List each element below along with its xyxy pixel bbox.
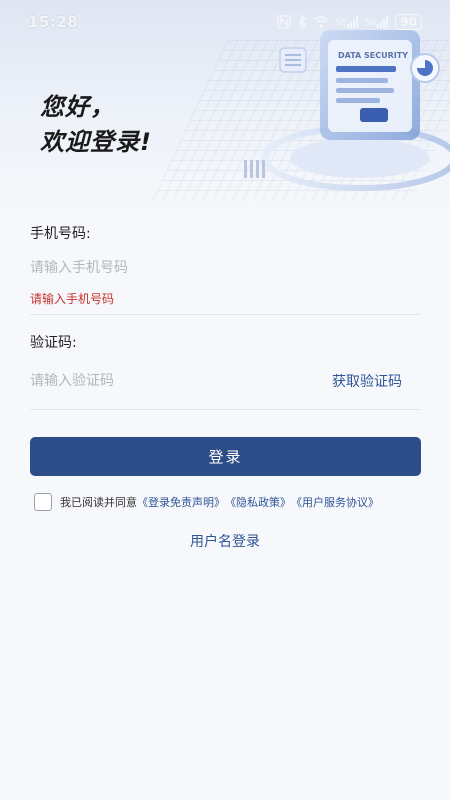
get-code-button[interactable]: 获取验证码 [332,371,402,391]
illustration-label: DATA SECURITY [338,51,408,60]
code-divider [30,409,420,410]
user-agreement-link[interactable]: 《用户服务协议》 [291,494,379,510]
hero-banner: DATA SECURITY 15:28 5G 5G 90 您好， 欢迎登录! [0,0,450,215]
status-bar: 15:28 5G 5G 90 [0,0,450,44]
signal-icon-2: 5G [365,16,389,28]
agreement-prefix: 我已阅读并同意 [60,496,137,509]
phone-error: 请输入手机号码 [30,292,115,306]
code-label: 验证码: [30,335,77,351]
wifi-icon [313,16,329,28]
greeting-line-2: 欢迎登录! [40,128,152,156]
disclaimer-link[interactable]: 《登录免责声明》 [137,494,225,510]
code-row: 获取验证码 [30,359,420,403]
privacy-policy-link[interactable]: 《隐私政策》 [225,494,291,510]
bluetooth-icon [297,15,307,29]
status-icons: 5G 5G 90 [276,14,422,30]
agreement-checkbox[interactable] [34,493,52,511]
login-button[interactable]: 登录 [30,437,421,476]
nfc-icon [276,15,291,29]
phone-divider [30,314,420,315]
phone-label: 手机号码: [30,226,91,242]
login-form: 手机号码: 请输入手机号码 验证码: 获取验证码 [30,222,420,410]
agreement-row: 我已阅读并同意 《登录免责声明》 《隐私政策》 《用户服务协议》 [34,492,434,512]
signal-icon-1: 5G [335,16,359,28]
greeting-line-1: 您好， [40,93,115,121]
code-input[interactable] [30,373,332,389]
username-login-link[interactable]: 用户名登录 [0,531,450,551]
phone-row [30,246,420,290]
phone-input[interactable] [30,260,420,276]
battery-indicator: 90 [395,14,422,30]
greeting: 您好， 欢迎登录! [40,90,152,160]
status-time: 15:28 [28,13,79,31]
